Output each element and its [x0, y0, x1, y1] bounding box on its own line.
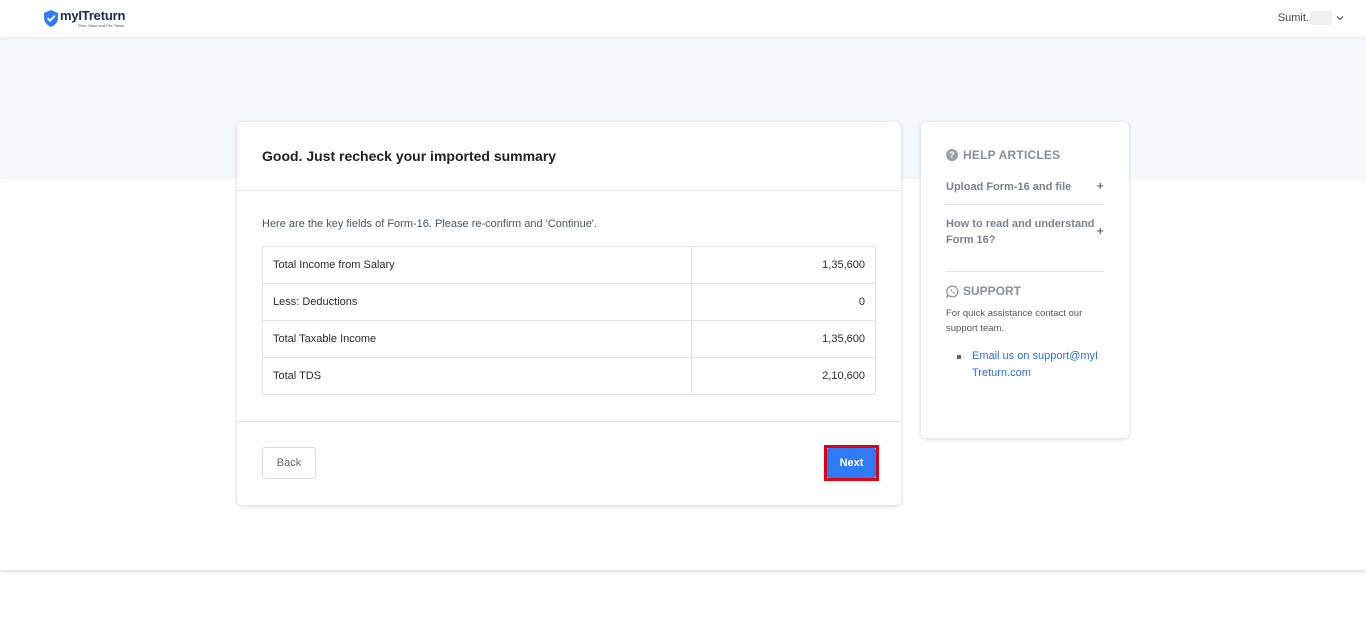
table-row: Total TDS 2,10,600 [262, 357, 876, 395]
row-value: 1,35,600 [691, 246, 876, 284]
summary-card: Good. Just recheck your imported summary… [237, 122, 901, 505]
summary-table: Total Income from Salary 1,35,600 Less: … [262, 246, 876, 395]
row-label: Less: Deductions [262, 283, 692, 321]
row-value: 0 [691, 283, 876, 321]
support-contact-list: Email us on support@myITreturn.com [957, 348, 1102, 382]
list-bullet [957, 355, 961, 359]
table-row: Total Taxable Income 1,35,600 [262, 320, 876, 358]
support-title: SUPPORT [963, 284, 1022, 298]
brand-tagline: Plan, Save and File Taxes [78, 23, 125, 28]
help-articles-title: HELP ARTICLES [963, 148, 1061, 162]
brand-name: myITreturn [60, 8, 126, 23]
row-label: Total Taxable Income [262, 320, 692, 358]
row-label: Total Income from Salary [262, 246, 692, 284]
article-label: Upload Form-16 and file [946, 181, 1072, 193]
divider [946, 271, 1104, 272]
back-button[interactable]: Back [262, 447, 316, 479]
help-sidebar: ? HELP ARTICLES Upload Form-16 and file … [921, 122, 1129, 438]
user-name-redacted [1310, 11, 1332, 25]
intro-text: Here are the key fields of Form-16. Plea… [262, 218, 597, 230]
support-heading: SUPPORT [946, 284, 1021, 298]
help-article-read-form16[interactable]: How to read and understand Form 16? + [946, 216, 1104, 248]
row-value: 2,10,600 [691, 357, 876, 395]
next-button[interactable]: Next [827, 448, 876, 478]
table-row: Total Income from Salary 1,35,600 [262, 246, 876, 284]
brand-logo[interactable]: myITreturn Plan, Save and File Taxes [44, 9, 125, 28]
question-icon: ? [946, 149, 958, 161]
plus-icon[interactable]: + [1096, 178, 1104, 194]
top-navbar: myITreturn Plan, Save and File Taxes Sum… [0, 0, 1366, 37]
chevron-down-icon [1336, 16, 1344, 21]
plus-icon[interactable]: + [1096, 223, 1104, 239]
shield-check-icon [44, 10, 58, 27]
whatsapp-icon [946, 285, 959, 298]
row-value: 1,35,600 [691, 320, 876, 358]
support-email-link[interactable]: Email us on support@myITreturn.com [957, 348, 1102, 382]
user-menu[interactable]: Sumit. [1278, 11, 1344, 25]
divider [237, 190, 901, 191]
user-name: Sumit. [1277, 12, 1309, 24]
page-title: Good. Just recheck your imported summary [262, 148, 557, 164]
row-label: Total TDS [262, 357, 692, 395]
help-article-upload-form16[interactable]: Upload Form-16 and file + [946, 178, 1104, 205]
article-label: How to read and understand Form 16? [946, 218, 1095, 246]
divider [237, 421, 901, 422]
help-articles-heading: ? HELP ARTICLES [946, 148, 1060, 162]
table-row: Less: Deductions 0 [262, 283, 876, 321]
support-description: For quick assistance contact our support… [946, 308, 1083, 334]
